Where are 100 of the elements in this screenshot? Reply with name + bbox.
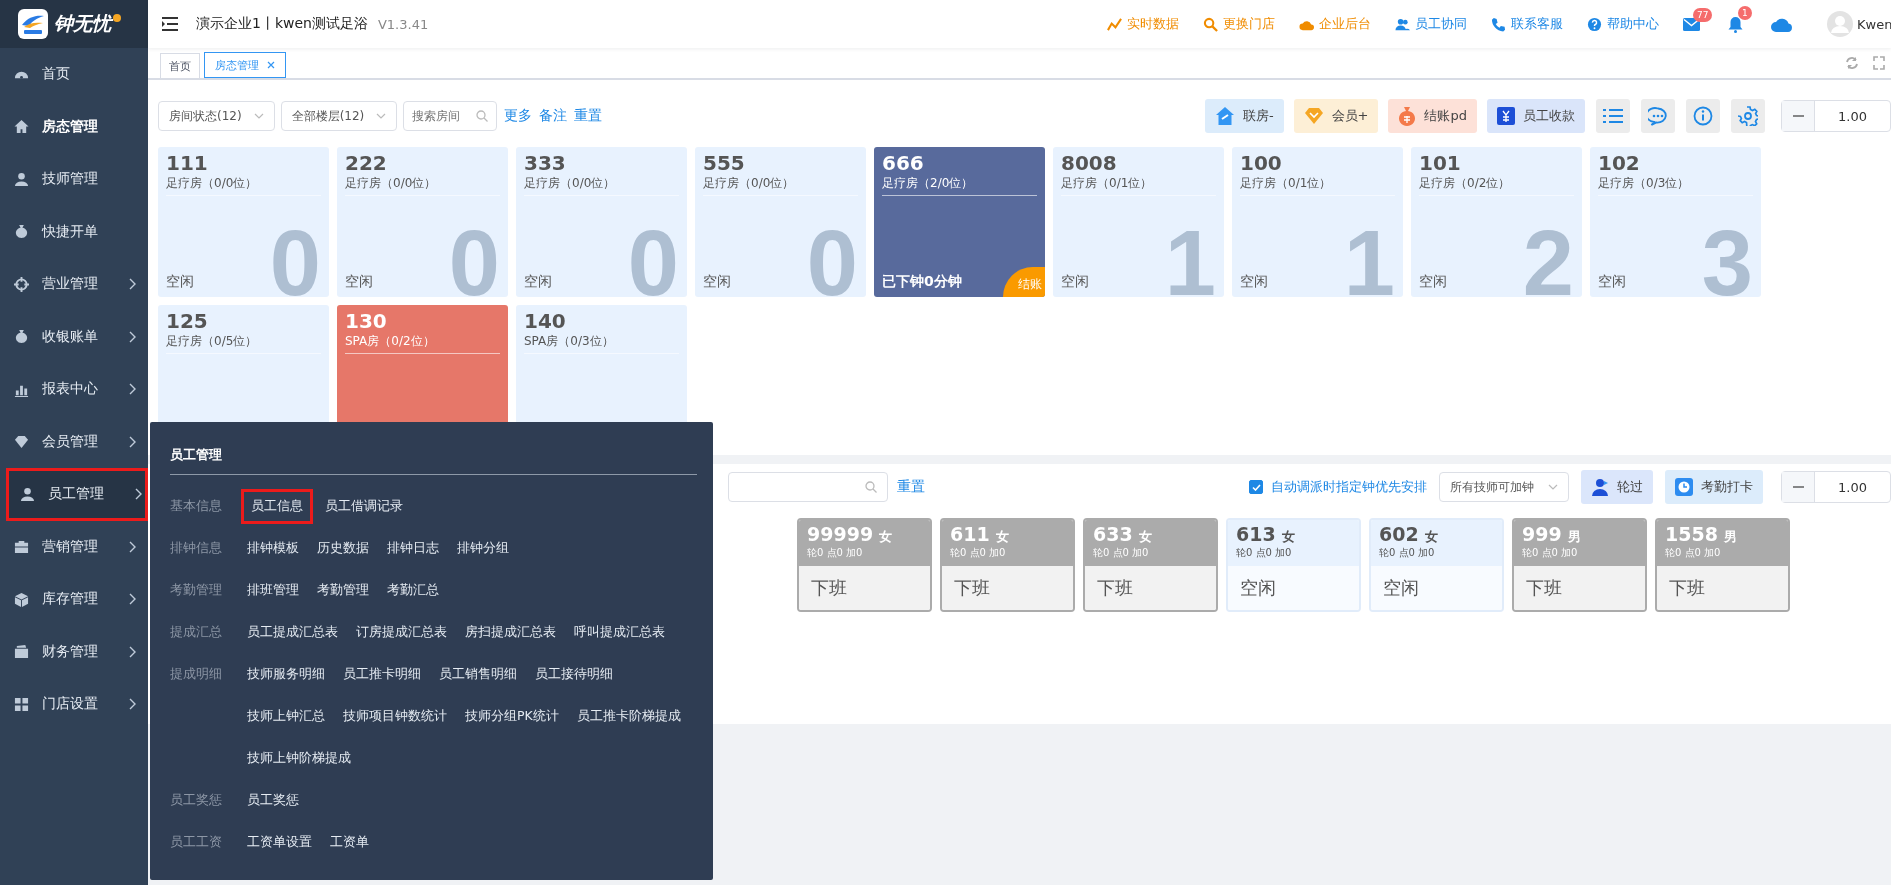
settings-button[interactable] [1731, 99, 1765, 133]
user-name[interactable]: Kwen [1857, 16, 1891, 32]
action-button[interactable]: 联房- [1204, 99, 1284, 133]
room-card[interactable]: 0 111 足疗房（0/0位） 空闲 [158, 147, 329, 297]
chat-button[interactable] [1641, 99, 1675, 133]
minus-icon[interactable] [1792, 486, 1804, 488]
submenu-link[interactable]: 员工推卡明细 [337, 656, 427, 692]
zoom-stepper[interactable]: 1.00 [1781, 100, 1891, 132]
sidebar-item[interactable]: 库存管理 [0, 573, 148, 626]
toolbar-link[interactable]: 重置 [574, 107, 603, 125]
submenu-link[interactable]: 技师服务明细 [241, 656, 331, 692]
auto-assign-checkbox[interactable]: 自动调派时指定钟优先安排 [1249, 478, 1427, 496]
list-button[interactable] [1596, 99, 1630, 133]
submenu-link[interactable]: 技师上钟阶梯提成 [241, 740, 357, 776]
room-card[interactable]: 0 555 足疗房（0/0位） 空闲 [695, 147, 866, 297]
sidebar-item[interactable]: 技师管理 [0, 153, 148, 206]
search-field[interactable] [728, 472, 888, 502]
logo-icon [18, 9, 48, 39]
search-icon [1203, 16, 1218, 32]
sidebar-item[interactable]: 快捷开单 [0, 205, 148, 258]
room-card[interactable]: 666 足疗房（2/0位） 已下钟0分钟 结账 [874, 147, 1045, 297]
submenu-link[interactable]: 订房提成汇总表 [350, 614, 453, 650]
action-button[interactable]: 考勤打卡 [1665, 470, 1763, 504]
room-number: 100 [1240, 151, 1283, 175]
technician-card[interactable]: 613 女 轮0 点0 加0 空闲 [1226, 518, 1361, 612]
submenu-link[interactable]: 排钟分组 [451, 530, 515, 566]
action-button[interactable]: 员工收款 [1487, 99, 1585, 133]
toolbar-link[interactable]: 备注 [539, 107, 568, 125]
room-card[interactable]: 0 333 足疗房（0/0位） 空闲 [516, 147, 687, 297]
fullscreen-icon[interactable] [1873, 56, 1885, 70]
toolbar-link[interactable]: 更多 [504, 107, 533, 125]
technician-card[interactable]: 99999 女 轮0 点0 加0 下班 [797, 518, 932, 612]
header-link[interactable]: 联系客服 [1491, 15, 1563, 33]
cloud-icon[interactable] [1771, 16, 1793, 32]
sidebar-item[interactable]: 报表中心 [0, 363, 148, 416]
action-button[interactable]: 轮过 [1581, 470, 1653, 504]
gender-label: 女 [1424, 528, 1438, 546]
technician-card[interactable]: 633 女 轮0 点0 加0 下班 [1083, 518, 1218, 612]
sidebar-item[interactable]: 会员管理 [0, 415, 148, 468]
chat-icon [1648, 106, 1668, 126]
room-card[interactable]: 1 100 足疗房（0/1位） 空闲 [1232, 147, 1403, 297]
info-button[interactable] [1686, 99, 1720, 133]
submenu-link[interactable]: 技师上钟汇总 [241, 698, 331, 734]
overtime-select[interactable]: 所有技师可加钟 [1439, 472, 1569, 502]
mail-icon[interactable] [1683, 17, 1700, 31]
filter-select[interactable]: 全部楼层(12) [280, 101, 398, 131]
sidebar-item[interactable]: 房态管理 [0, 100, 148, 153]
submenu-link[interactable]: 员工推卡阶梯提成 [570, 698, 687, 734]
submenu-link[interactable]: 员工提成汇总表 [241, 614, 344, 650]
room-status: 空闲 [1240, 273, 1268, 291]
zoom-stepper[interactable]: 1.00 [1781, 471, 1891, 503]
submenu-link[interactable]: 员工奖惩 [241, 782, 305, 818]
submenu-link[interactable]: 工资单 [324, 824, 375, 860]
submenu-link[interactable]: 员工信息 [241, 488, 313, 524]
header-link[interactable]: 员工协同 [1395, 15, 1467, 33]
submenu-link[interactable]: 技师项目钟数统计 [337, 698, 453, 734]
bag-icon [14, 224, 29, 240]
technician-status: 下班 [1097, 576, 1133, 600]
action-button[interactable]: 会员+ [1293, 99, 1379, 133]
room-card[interactable]: 2 101 足疗房（0/2位） 空闲 [1411, 147, 1582, 297]
submenu-link[interactable]: 考勤管理 [311, 572, 375, 608]
submenu-link[interactable]: 员工接待明细 [529, 656, 619, 692]
submenu-link[interactable]: 考勤汇总 [381, 572, 445, 608]
submenu-link[interactable]: 房扫提成汇总表 [459, 614, 562, 650]
submenu-link[interactable]: 员工销售明细 [433, 656, 523, 692]
action-button[interactable]: 结账pd [1388, 99, 1477, 133]
sidebar-item[interactable]: 财务管理 [0, 625, 148, 678]
submenu-link[interactable]: 排钟日志 [381, 530, 445, 566]
filter-select[interactable]: 房间状态(12) [158, 101, 275, 131]
submenu-link[interactable]: 历史数据 [311, 530, 375, 566]
submenu-link[interactable]: 员工借调记录 [319, 488, 409, 524]
sidebar-item[interactable]: 门店设置 [0, 678, 148, 731]
submenu-link[interactable]: 技师分组PK统计 [459, 698, 565, 734]
submenu-link[interactable]: 排班管理 [241, 572, 305, 608]
header-link[interactable]: 帮助中心 [1587, 15, 1659, 33]
page-tab[interactable]: 首页 [160, 53, 200, 78]
technician-card[interactable]: 611 女 轮0 点0 加0 下班 [940, 518, 1075, 612]
search-field[interactable]: 搜索房间 [403, 101, 498, 131]
sidebar-item[interactable]: 员工管理 [6, 468, 148, 521]
submenu-link[interactable]: 工资单设置 [241, 824, 318, 860]
sidebar-item[interactable]: 营业管理 [0, 258, 148, 311]
room-card[interactable]: 0 222 足疗房（0/0位） 空闲 [337, 147, 508, 297]
reset-link[interactable]: 重置 [897, 478, 925, 496]
minus-icon[interactable] [1792, 115, 1804, 117]
room-card[interactable]: 1 8008 足疗房（0/1位） 空闲 [1053, 147, 1224, 297]
room-type: 足疗房（0/0位） [166, 175, 259, 192]
refresh-icon[interactable] [1845, 56, 1859, 70]
technician-card[interactable]: 602 女 轮0 点0 加0 空闲 [1369, 518, 1504, 612]
submenu-link[interactable]: 呼叫提成汇总表 [568, 614, 671, 650]
menu-icon[interactable] [162, 17, 180, 31]
bell-icon[interactable] [1728, 15, 1743, 33]
room-card[interactable]: 3 102 足疗房（0/3位） 空闲 [1590, 147, 1761, 297]
technician-card[interactable]: 999 男 轮0 点0 加0 下班 [1512, 518, 1647, 612]
sidebar-item[interactable]: 首页 [0, 48, 148, 101]
technician-card[interactable]: 1558 男 轮0 点0 加0 下班 [1655, 518, 1790, 612]
capacity-watermark: 1 [1343, 217, 1395, 297]
sidebar-item[interactable]: 营销管理 [0, 520, 148, 573]
submenu-link[interactable]: 排钟模板 [241, 530, 305, 566]
sidebar-item[interactable]: 收银账单 [0, 310, 148, 363]
close-icon[interactable] [267, 61, 275, 69]
